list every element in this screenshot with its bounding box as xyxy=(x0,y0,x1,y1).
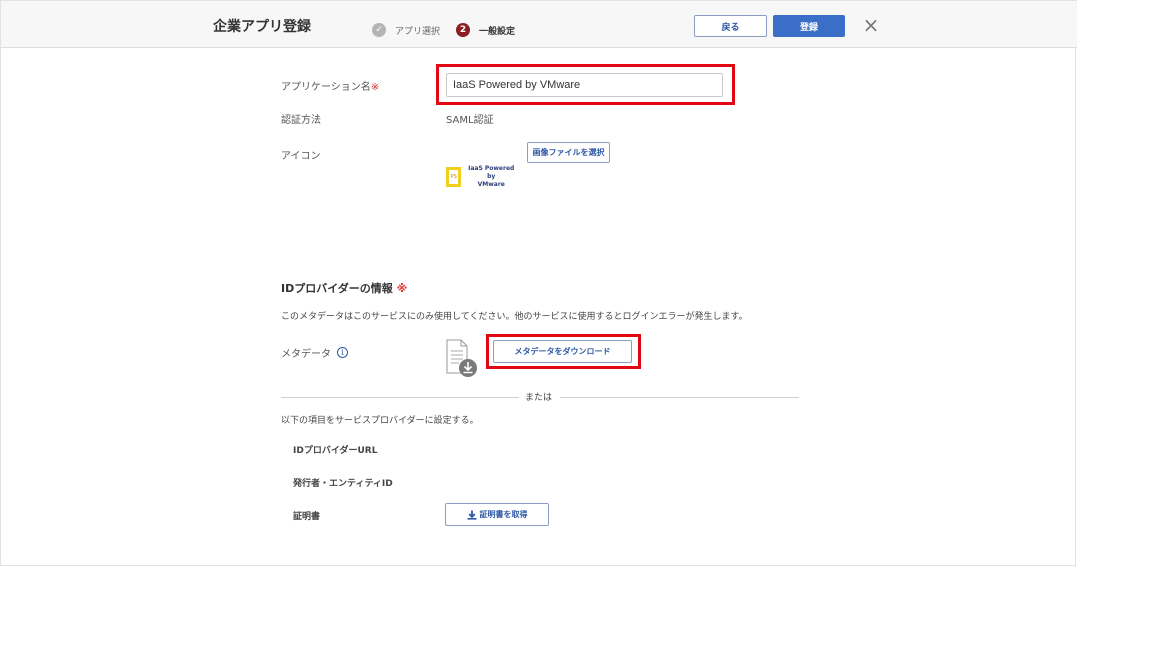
check-icon: ✓ xyxy=(372,23,386,37)
or-separator: または xyxy=(525,393,553,403)
step-app-select: ✓ アプリ選択 xyxy=(372,23,440,37)
app-logo-line2: VMware xyxy=(477,181,505,188)
divider-right xyxy=(560,397,799,398)
download-icon xyxy=(467,510,476,520)
close-icon[interactable]: × xyxy=(862,15,880,35)
document-download-icon xyxy=(446,339,477,377)
info-icon[interactable]: i xyxy=(337,347,348,358)
app-logo-text: IaaS Powered by VMware xyxy=(464,165,518,189)
app-name-label: アプリケーション名※ xyxy=(281,78,379,93)
manual-setup-description: 以下の項目をサービスプロバイダーに設定する。 xyxy=(281,416,479,426)
metadata-label: メタデータ i xyxy=(281,345,348,360)
app-logo-icon: PS xyxy=(446,167,462,187)
page-title: 企業アプリ登録 xyxy=(213,19,311,35)
select-image-button[interactable]: 画像ファイルを選択 xyxy=(527,142,610,163)
app-icon-preview: PS IaaS Powered by VMware xyxy=(446,165,518,189)
required-mark: ※ xyxy=(396,282,408,295)
step-label: 一般設定 xyxy=(479,26,516,37)
registration-panel: 企業アプリ登録 ✓ アプリ選択 2 一般設定 戻る 登録 × アプリケーション名… xyxy=(0,0,1077,566)
step-label: アプリ選択 xyxy=(395,26,441,37)
idp-description: このメタデータはこのサービスにのみ使用してください。他のサービスに使用するとログ… xyxy=(281,312,748,322)
app-name-label-text: アプリケーション名 xyxy=(281,82,371,93)
required-mark: ※ xyxy=(370,82,380,93)
step-number-badge: 2 xyxy=(456,23,470,37)
issuer-entity-id-label: 発行者・エンティティID xyxy=(293,479,393,489)
register-button[interactable]: 登録 xyxy=(773,15,845,37)
idp-title-text: IDプロバイダーの情報 xyxy=(281,282,393,295)
header-bar: 企業アプリ登録 ✓ アプリ選択 2 一般設定 戻る 登録 × xyxy=(1,0,1077,48)
auth-method-value: SAML認証 xyxy=(446,115,494,126)
certificate-label: 証明書 xyxy=(293,512,321,522)
download-metadata-button[interactable]: メタデータをダウンロード xyxy=(493,340,632,363)
idp-url-label: IDプロバイダーURL xyxy=(293,446,378,456)
get-certificate-button[interactable]: 証明書を取得 xyxy=(445,503,549,526)
metadata-label-text: メタデータ xyxy=(281,349,331,360)
app-logo-line1: IaaS Powered by xyxy=(468,165,515,180)
get-certificate-label: 証明書を取得 xyxy=(479,510,528,519)
app-name-input[interactable]: IaaS Powered by VMware xyxy=(446,73,723,97)
step-general-settings: 2 一般設定 xyxy=(456,23,515,37)
icon-label: アイコン xyxy=(281,151,321,162)
divider-left xyxy=(281,397,519,398)
auth-method-label: 認証方法 xyxy=(281,115,321,126)
back-button[interactable]: 戻る xyxy=(694,15,767,37)
idp-section-title: IDプロバイダーの情報 ※ xyxy=(281,280,407,296)
